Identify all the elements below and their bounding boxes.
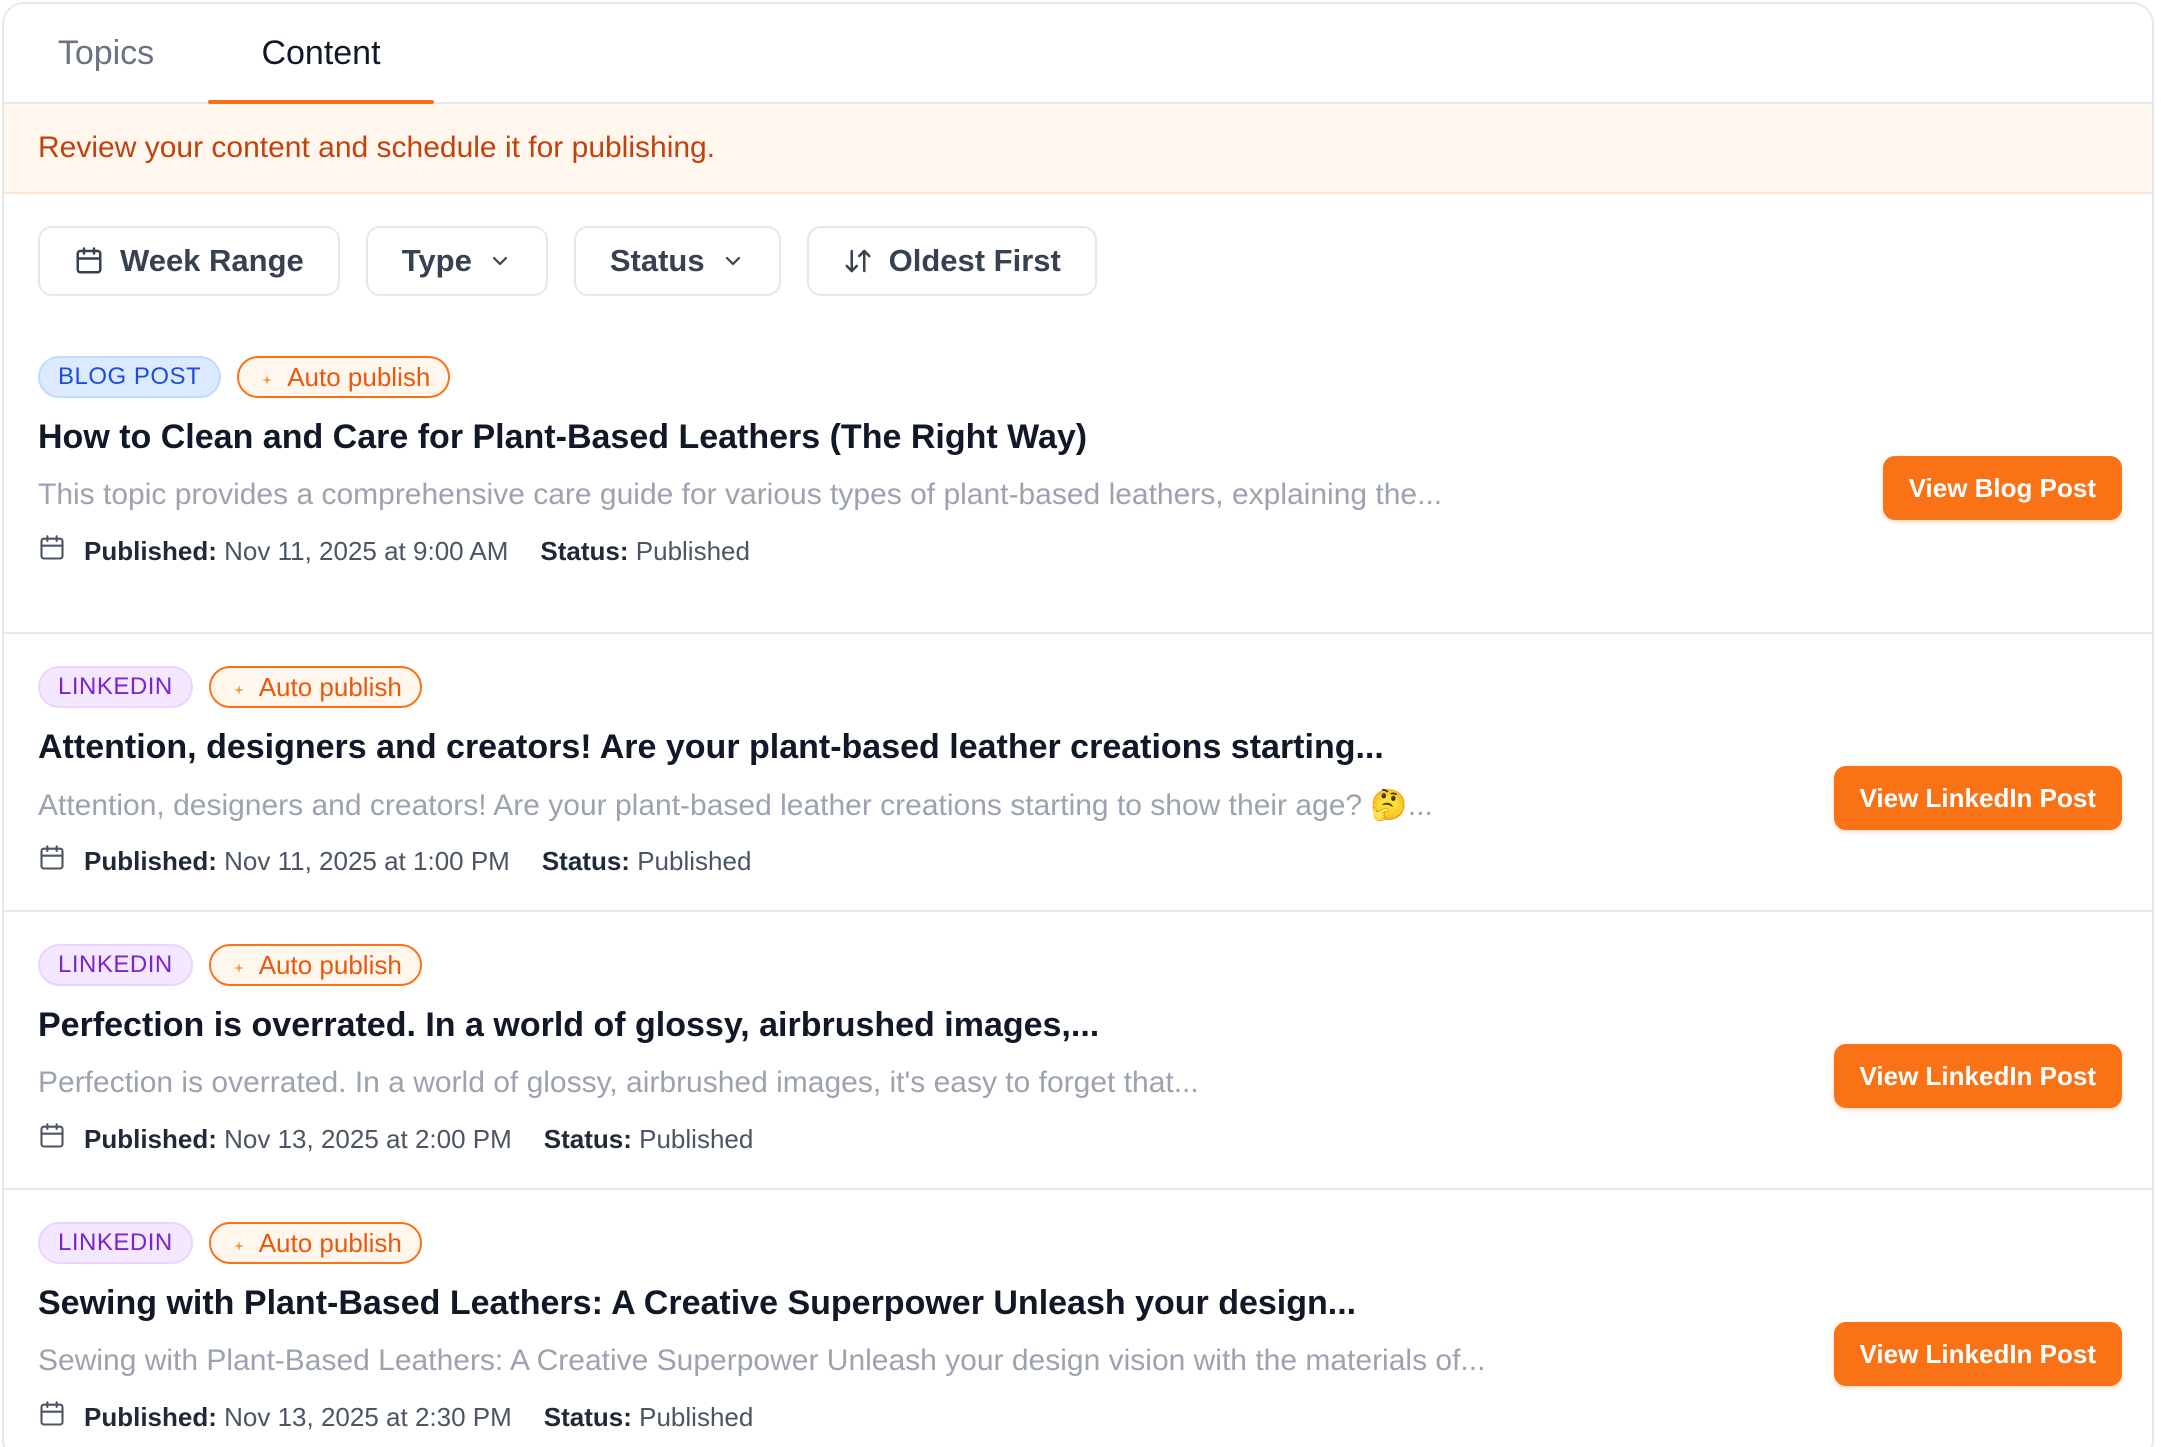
type-badge: LINKEDIN — [38, 944, 193, 986]
chevron-down-icon — [488, 249, 512, 273]
auto-publish-label: Auto publish — [287, 361, 431, 392]
chevron-down-icon — [721, 249, 745, 273]
item-meta: Published: Nov 11, 2025 at 9:00 AM Statu… — [38, 534, 750, 569]
info-banner-text: Review your content and schedule it for … — [38, 131, 716, 164]
auto-publish-label: Auto publish — [258, 1227, 402, 1258]
item-title: Perfection is overrated. In a world of g… — [38, 1006, 1100, 1044]
list-item: BLOG POST Auto publish How to Clean and … — [4, 356, 2152, 634]
tab-content[interactable]: Content — [208, 4, 434, 104]
item-title: Attention, designers and creators! Are y… — [38, 728, 1384, 766]
item-description: Sewing with Plant-Based Leathers: A Crea… — [38, 1344, 1486, 1377]
sparkle-icon — [233, 1228, 245, 1259]
calendar-icon — [74, 246, 104, 276]
sparkle-icon — [233, 950, 245, 981]
item-badges: LINKEDIN Auto publish — [38, 1222, 422, 1264]
auto-publish-badge: Auto publish — [208, 1222, 422, 1264]
tab-topics[interactable]: Topics — [4, 4, 208, 102]
status-group: Status: Published — [542, 846, 752, 877]
sort-label: Oldest First — [888, 243, 1061, 278]
content-list: BLOG POST Auto publish How to Clean and … — [4, 356, 2152, 1447]
published-label: Published: — [84, 536, 217, 566]
calendar-icon — [38, 1122, 66, 1157]
item-title: How to Clean and Care for Plant-Based Le… — [38, 418, 1088, 456]
calendar-icon — [38, 844, 66, 879]
item-meta: Published: Nov 13, 2025 at 2:30 PM Statu… — [38, 1400, 753, 1435]
type-filter-label: Type — [401, 243, 472, 278]
item-badges: LINKEDIN Auto publish — [38, 944, 422, 986]
type-filter-button[interactable]: Type — [365, 226, 548, 296]
published-date: Nov 13, 2025 at 2:30 PM — [224, 1402, 512, 1432]
auto-publish-label: Auto publish — [258, 949, 402, 980]
status-group: Status: Published — [544, 1124, 754, 1155]
status-label: Status: — [543, 1124, 632, 1154]
auto-publish-badge: Auto publish — [208, 666, 422, 708]
sparkle-icon — [261, 362, 273, 393]
item-badges: LINKEDIN Auto publish — [38, 666, 422, 708]
view-blog-post-button[interactable]: View Blog Post — [1882, 456, 2122, 520]
status-label: Status: — [540, 536, 629, 566]
calendar-icon — [38, 534, 66, 569]
page: Topics Content Review your content and s… — [0, 0, 2161, 1447]
type-badge: LINKEDIN — [38, 1222, 193, 1264]
item-description: Perfection is overrated. In a world of g… — [38, 1066, 1199, 1099]
tab-bar: Topics Content — [4, 4, 2152, 104]
sort-arrows-icon — [843, 246, 873, 276]
item-title: Sewing with Plant-Based Leathers: A Crea… — [38, 1284, 1357, 1322]
status-value: Published — [637, 846, 752, 876]
list-item: LINKEDIN Auto publish Attention, designe… — [4, 634, 2152, 912]
type-badge: BLOG POST — [38, 356, 222, 398]
item-description: This topic provides a comprehensive care… — [38, 478, 1443, 511]
status-group: Status: Published — [544, 1402, 754, 1433]
sparkle-icon — [233, 672, 245, 703]
calendar-icon — [38, 1400, 66, 1435]
status-filter-button[interactable]: Status — [573, 226, 781, 296]
view-linkedin-post-button[interactable]: View LinkedIn Post — [1833, 1322, 2122, 1386]
published-label: Published: — [84, 846, 217, 876]
list-item: LINKEDIN Auto publish Sewing with Plant-… — [4, 1190, 2152, 1447]
status-label: Status: — [541, 846, 630, 876]
view-linkedin-post-button[interactable]: View LinkedIn Post — [1833, 1044, 2122, 1108]
status-value: Published — [639, 1402, 754, 1432]
auto-publish-label: Auto publish — [258, 671, 402, 702]
view-linkedin-post-button[interactable]: View LinkedIn Post — [1833, 766, 2122, 830]
published-date: Nov 13, 2025 at 2:00 PM — [224, 1124, 512, 1154]
item-meta: Published: Nov 13, 2025 at 2:00 PM Statu… — [38, 1122, 753, 1157]
status-value: Published — [635, 536, 750, 566]
auto-publish-badge: Auto publish — [237, 356, 451, 398]
status-value: Published — [639, 1124, 754, 1154]
status-filter-label: Status — [609, 243, 705, 278]
week-range-filter-button[interactable]: Week Range — [38, 226, 340, 296]
type-badge: LINKEDIN — [38, 666, 193, 708]
item-meta: Published: Nov 11, 2025 at 1:00 PM Statu… — [38, 844, 751, 879]
info-banner: Review your content and schedule it for … — [4, 104, 2152, 194]
auto-publish-badge: Auto publish — [208, 944, 422, 986]
published-date: Nov 11, 2025 at 1:00 PM — [224, 846, 510, 876]
list-item: LINKEDIN Auto publish Perfection is over… — [4, 912, 2152, 1190]
published-label: Published: — [84, 1402, 217, 1432]
content-panel: Topics Content Review your content and s… — [2, 2, 2154, 1447]
published-label: Published: — [84, 1124, 217, 1154]
week-range-label: Week Range — [120, 243, 304, 278]
item-description: Attention, designers and creators! Are y… — [38, 789, 1433, 822]
status-label: Status: — [543, 1402, 632, 1432]
item-badges: BLOG POST Auto publish — [38, 356, 451, 398]
filter-bar: Week Range Type Status Oldest First — [4, 194, 2152, 296]
published-date: Nov 11, 2025 at 9:00 AM — [224, 536, 509, 566]
sort-button[interactable]: Oldest First — [806, 226, 1097, 296]
status-group: Status: Published — [540, 536, 750, 567]
